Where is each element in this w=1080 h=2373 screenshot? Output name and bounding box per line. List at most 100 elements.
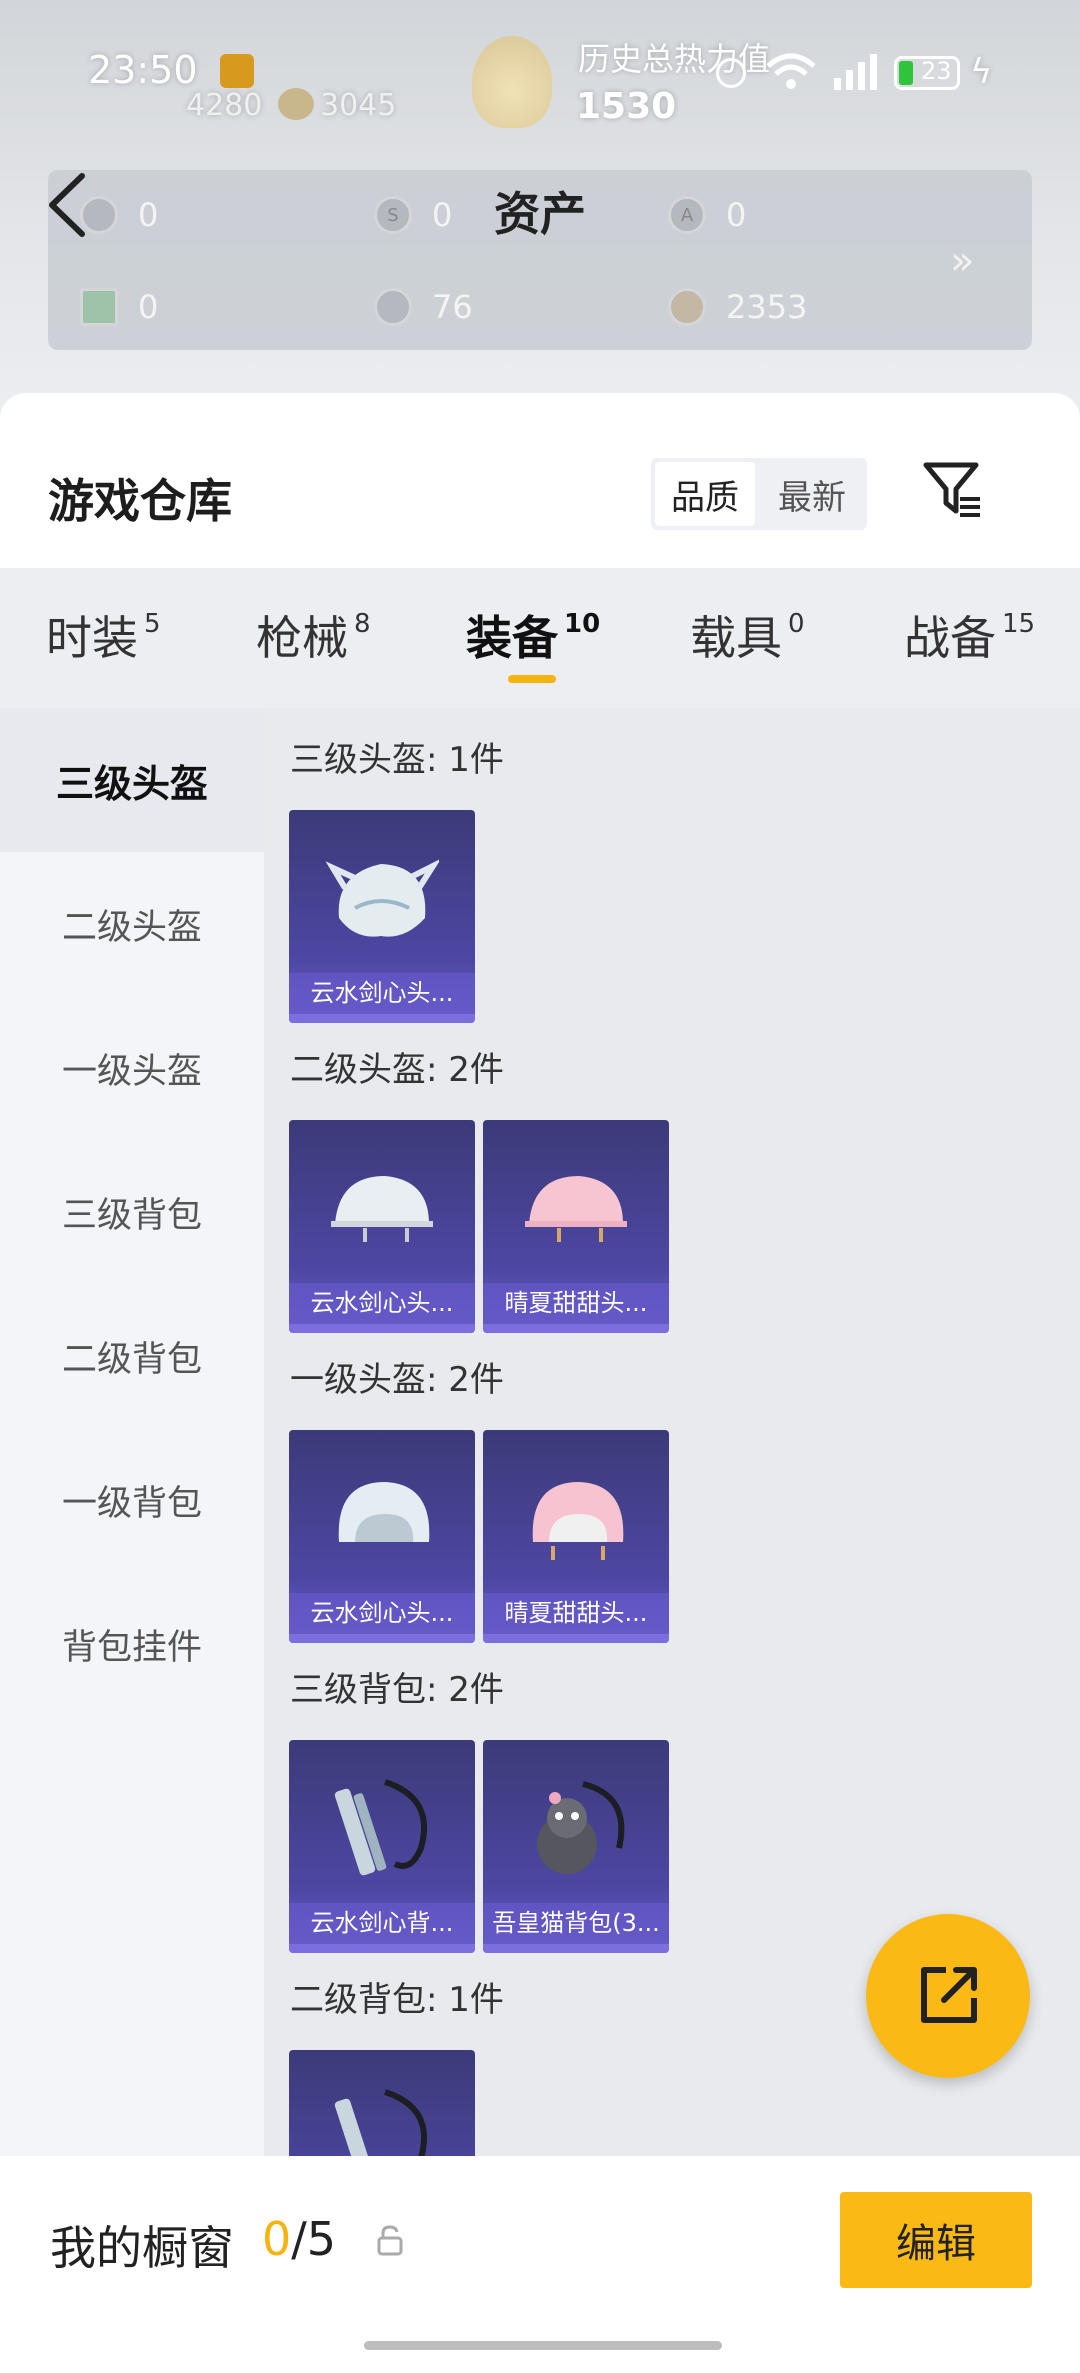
pink-helmet-image: [525, 1176, 627, 1242]
tab-fashion[interactable]: 时装 5: [46, 602, 161, 668]
subcategory-sidebar: 三级头盔 二级头盔 一级头盔 三级背包 二级背包 一级背包 背包挂件: [0, 708, 264, 2373]
tab-label: 装备: [466, 611, 558, 665]
sidebar-item-level3-helmet[interactable]: 三级头盔: [0, 708, 264, 852]
asset-item: 0: [80, 288, 158, 326]
card-bar: [483, 1324, 669, 1333]
white-helmet-image: [331, 1176, 433, 1242]
tab-label: 枪械: [256, 611, 348, 665]
home-indicator: [364, 2341, 722, 2350]
asset-value: 0: [138, 288, 159, 326]
group-title: 二级背包: 1件: [290, 1980, 504, 2020]
a-badge-icon: A: [668, 196, 706, 234]
item-name: 云水剑心头...: [289, 1593, 475, 1633]
alarm-icon: [716, 58, 746, 88]
asset-item: 76: [374, 288, 473, 326]
status-value-a: 4280: [186, 88, 263, 123]
sort-quality-button[interactable]: 品质: [655, 462, 755, 526]
more-assets-icon[interactable]: »: [950, 238, 974, 284]
tab-count: 5: [144, 609, 161, 639]
showcase-total: /5: [291, 2212, 337, 2266]
asset-header: 23:50 4280 3045 历史总热力值 1530 23 ϟ 资产 0 S0…: [0, 0, 1080, 420]
sort-toggle: 品质 最新: [651, 458, 867, 530]
asset-item: S0: [374, 196, 452, 234]
asset-value: 76: [432, 288, 473, 326]
asset-value: 0: [726, 196, 747, 234]
sort-latest-button[interactable]: 最新: [761, 462, 863, 526]
bronze-coin-icon: [668, 288, 706, 326]
card-bar: [289, 1944, 475, 1953]
game-app-icon: [220, 54, 254, 88]
showcase-label: 我的橱窗: [50, 2221, 234, 2275]
item-name: 晴夏甜甜头...: [483, 1593, 669, 1633]
signal-icon: [834, 54, 877, 90]
green-card-icon: [80, 288, 118, 326]
asset-item: 2353: [668, 288, 807, 326]
item-card[interactable]: 云水剑心头...: [289, 1120, 475, 1333]
tab-equipment[interactable]: 装备 10: [466, 602, 600, 668]
item-name: 云水剑心头...: [289, 1283, 475, 1323]
asset-value: 2353: [726, 288, 808, 326]
edit-button[interactable]: 编辑: [840, 2192, 1032, 2288]
external-link-icon: [921, 1967, 977, 2023]
tab-label: 时装: [46, 611, 138, 665]
status-time: 23:50: [88, 48, 198, 92]
item-card[interactable]: 云水剑心头...: [289, 810, 475, 1023]
group-title: 三级头盔: 1件: [290, 740, 504, 780]
card-bar: [289, 1324, 475, 1333]
tab-count: 8: [354, 609, 371, 639]
sidebar-item-level3-backpack[interactable]: 三级背包: [0, 1140, 264, 1284]
sidebar-item-level1-helmet[interactable]: 一级头盔: [0, 996, 264, 1140]
sidebar-item-level2-helmet[interactable]: 二级头盔: [0, 852, 264, 996]
card-bar: [483, 1634, 669, 1643]
lock-icon: [377, 2225, 403, 2256]
battery-level: 23: [921, 57, 952, 85]
page-title: 资产: [494, 187, 586, 241]
item-name: 吾皇猫背包(3...: [483, 1903, 669, 1943]
sidebar-item-backpack-charm[interactable]: 背包挂件: [0, 1572, 264, 1716]
showcase-used: 0: [262, 2212, 292, 2266]
item-card[interactable]: 云水剑心头...: [289, 1430, 475, 1643]
white-open-helmet-image: [338, 1482, 430, 1542]
card-icon: [80, 196, 118, 234]
asset-item: A0: [668, 196, 746, 234]
charging-icon: ϟ: [970, 52, 993, 92]
heat-value: 1530: [576, 86, 677, 127]
asset-item: 0: [80, 196, 158, 234]
battery-icon: 23: [894, 56, 960, 90]
tab-label: 战备: [904, 611, 996, 665]
tab-vehicles[interactable]: 载具 0: [690, 602, 805, 668]
showcase-count: 0/5: [262, 2212, 336, 2266]
asset-value: 0: [432, 196, 453, 234]
pink-open-helmet-image: [532, 1482, 624, 1560]
item-card[interactable]: 晴夏甜甜头...: [483, 1120, 669, 1333]
status-value-b: 3045: [320, 88, 397, 123]
flame-emblem-icon: [472, 36, 552, 128]
card-bar: [483, 1944, 669, 1953]
rank-badge-icon: [278, 88, 314, 120]
card-bar: [289, 1014, 475, 1023]
share-button[interactable]: [866, 1914, 1030, 2078]
card-bar: [289, 1634, 475, 1643]
item-name: 云水剑心头...: [289, 973, 475, 1013]
item-card[interactable]: 吾皇猫背包(3...: [483, 1740, 669, 1953]
tab-count: 15: [1002, 609, 1036, 639]
sword-backpack-image: [334, 1779, 428, 1876]
wifi-icon: [766, 53, 816, 89]
category-tabs: 时装 5 枪械 8 装备 10 载具 0 战备 15: [0, 568, 1080, 708]
tab-supplies[interactable]: 战备 15: [904, 602, 1035, 668]
warehouse-title: 游戏仓库: [48, 474, 232, 528]
s-coin-icon: S: [374, 196, 412, 234]
active-tab-indicator: [508, 675, 556, 683]
filter-icon[interactable]: [922, 459, 984, 521]
group-title: 三级背包: 2件: [290, 1670, 504, 1710]
tab-firearms[interactable]: 枪械 8: [256, 602, 371, 668]
asset-value: 0: [138, 196, 159, 234]
sidebar-item-level2-backpack[interactable]: 二级背包: [0, 1284, 264, 1428]
warehouse-sheet: 游戏仓库 品质 最新 时装 5 枪械 8 装备 10 载具 0 战备 15 三级头盔 二级…: [0, 393, 1080, 2373]
tab-count: 0: [788, 609, 805, 639]
item-card[interactable]: 云水剑心背...: [289, 1740, 475, 1953]
silver-coin-icon: [374, 288, 412, 326]
tab-count: 10: [564, 609, 601, 639]
sidebar-item-level1-backpack[interactable]: 一级背包: [0, 1428, 264, 1572]
item-card[interactable]: 晴夏甜甜头...: [483, 1430, 669, 1643]
